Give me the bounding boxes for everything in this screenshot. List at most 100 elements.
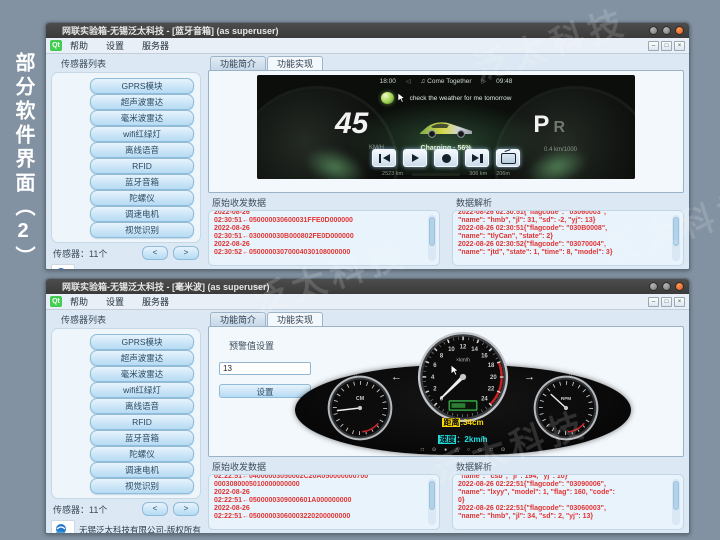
sensor-button[interactable]: 超声波雷达	[90, 350, 194, 366]
sensor-list: GPRS模块超声波雷达毫米波雷达wifi红绿灯离线语音RFID蓝牙音箱陀螺仪调速…	[51, 72, 201, 243]
distance-readout: 距离:34cm	[295, 417, 631, 428]
svg-text:20: 20	[490, 375, 497, 381]
menu-settings[interactable]: 设置	[106, 295, 124, 308]
menu-settings[interactable]: 设置	[106, 39, 124, 52]
sensor-button[interactable]: 蓝牙音箱	[90, 430, 194, 446]
raw-data-line: 2022-08-26	[214, 210, 423, 217]
sensor-button[interactable]: RFID	[90, 414, 194, 430]
copyright-label: 无锡泛太科技有限公司-版权所有	[79, 524, 201, 535]
scrollbar[interactable]	[428, 215, 436, 261]
sensor-button[interactable]: wifi红绿灯	[90, 126, 194, 142]
minimize-button[interactable]	[649, 282, 658, 291]
mouse-cursor	[451, 365, 460, 376]
sensor-button[interactable]: GPRS模块	[90, 334, 194, 350]
sensor-button[interactable]: 视觉识别	[90, 478, 194, 494]
tab-feature-intro[interactable]: 功能简介	[210, 56, 266, 70]
indicator-strip: □⊙●△○◇□⊙	[295, 447, 631, 453]
stop-button[interactable]	[434, 149, 458, 167]
sensor-button[interactable]: 超声波雷达	[90, 94, 194, 110]
minimize-button[interactable]	[649, 26, 658, 35]
right-gauge-unit: RPM	[561, 396, 571, 401]
tab-feature-impl[interactable]: 功能实现	[267, 56, 323, 70]
radio-button[interactable]	[496, 149, 520, 167]
raw-data-box[interactable]: 2022-08-2602:30:51←050000030600031FFE0D0…	[208, 210, 440, 266]
titlebar[interactable]: 网联实验箱-无锡泛太科技 - [蓝牙音箱] (as superuser)	[46, 23, 689, 38]
sensor-sidebar: 传感器列表 GPRS模块超声波雷达毫米波雷达wifi红绿灯离线语音RFID蓝牙音…	[51, 312, 201, 530]
parsed-data-box[interactable]: "name": "csb", "jl": 194, "yj": 10}2022-…	[452, 474, 684, 530]
parsed-data-line: "name": "jtd", "state": 1, "time": 8, "m…	[458, 249, 667, 257]
sensor-button[interactable]: RFID	[90, 158, 194, 174]
mdi-minimize-button[interactable]: –	[648, 41, 659, 51]
sensor-button[interactable]: 陀螺仪	[90, 190, 194, 206]
titlebar[interactable]: 网联实验箱-无锡泛太科技 - [毫米波] (as superuser)	[46, 279, 689, 294]
scrollbar[interactable]	[672, 479, 680, 525]
sensor-button[interactable]: 离线语音	[90, 142, 194, 158]
sensor-button[interactable]: 调速电机	[90, 462, 194, 478]
menu-server[interactable]: 服务器	[142, 39, 169, 52]
speedometer-gauge: 0 2 4 6 8 10 12 14 16 18 20 22 2	[417, 331, 509, 423]
mdi-close-button[interactable]: ×	[674, 41, 685, 51]
parsed-data-line: "name": "lxyy", "model": 1, "flag": 160,…	[458, 489, 667, 497]
left-gauge-unit: CM	[356, 396, 365, 402]
parsed-data-line: 2022-08-26 02:30:51{"flagcode": "0306000…	[458, 210, 667, 217]
sensor-button[interactable]: wifi红绿灯	[90, 382, 194, 398]
tab-feature-intro[interactable]: 功能简介	[210, 312, 266, 326]
parsed-data-title: 数据解析	[456, 196, 684, 209]
indicator-icon: ⊙	[501, 447, 505, 453]
next-button[interactable]	[465, 149, 489, 167]
indicator-icon: □	[421, 447, 424, 453]
scrollbar[interactable]	[428, 479, 436, 525]
sensor-button[interactable]: 陀螺仪	[90, 446, 194, 462]
mdi-minimize-button[interactable]: –	[648, 297, 659, 307]
parsed-data-line: "name": "tlyCan", "state": 2}	[458, 233, 667, 241]
mdi-restore-button[interactable]: □	[661, 41, 672, 51]
svg-text:18: 18	[488, 363, 495, 369]
page-side-caption: 部分软件界面（2）	[8, 52, 38, 270]
indicator-icon: ○	[467, 447, 470, 453]
left-gauge: CM	[327, 375, 393, 441]
car-image	[417, 119, 475, 139]
close-button[interactable]	[675, 26, 684, 35]
menu-help[interactable]: 帮助	[70, 39, 88, 52]
window-title: 网联实验箱-无锡泛太科技 - [毫米波] (as superuser)	[62, 280, 649, 293]
raw-data-box[interactable]: 02:22:51←04000003050002C20A0500000007000…	[208, 474, 440, 530]
mdi-close-button[interactable]: ×	[674, 297, 685, 307]
assistant-caption: check the weather for me tomorrow	[410, 95, 512, 102]
sensor-button[interactable]: GPRS模块	[90, 78, 194, 94]
prev-track-icon[interactable]: ◁	[406, 78, 411, 85]
maximize-button[interactable]	[662, 26, 671, 35]
now-playing-title: ♫ Come Together	[420, 78, 471, 85]
scrollbar[interactable]	[672, 215, 680, 261]
sensor-button[interactable]: 视觉识别	[90, 222, 194, 238]
raw-data-line: 2022-08-26	[214, 489, 423, 497]
svg-text:12: 12	[460, 344, 467, 350]
mdi-restore-button[interactable]: □	[661, 297, 672, 307]
parsed-data-line: 2022-08-26 02:30:52{"flagcode": "0307000…	[458, 241, 667, 249]
parsed-data-line: 2022-08-26 02:30:51{"flagcode": "030B000…	[458, 225, 667, 233]
next-track-icon[interactable]: ▷	[482, 78, 487, 85]
window-title: 网联实验箱-无锡泛太科技 - [蓝牙音箱] (as superuser)	[62, 24, 649, 37]
play-button[interactable]	[403, 149, 427, 167]
window-bluetooth-speaker: 网联实验箱-无锡泛太科技 - [蓝牙音箱] (as superuser) Qt …	[45, 22, 690, 270]
sensor-button[interactable]: 蓝牙音箱	[90, 174, 194, 190]
sensor-button[interactable]: 毫米波雷达	[90, 110, 194, 126]
parsed-data-box[interactable]: 2022-08-26 02:30:51{"flagcode": "0306000…	[452, 210, 684, 266]
sensor-button[interactable]: 调速电机	[90, 206, 194, 222]
sensor-next-button[interactable]: >	[173, 502, 199, 516]
sensor-button[interactable]: 离线语音	[90, 398, 194, 414]
menu-server[interactable]: 服务器	[142, 295, 169, 308]
sensor-next-button[interactable]: >	[173, 246, 199, 260]
sensor-count-label: 传感器：11个	[53, 247, 137, 260]
previous-button[interactable]	[372, 149, 396, 167]
speedometer-unit: ×km/h	[456, 357, 470, 363]
svg-text:22: 22	[488, 386, 495, 392]
sensor-prev-button[interactable]: <	[142, 502, 168, 516]
tab-feature-impl[interactable]: 功能实现	[267, 312, 323, 326]
sensor-prev-button[interactable]: <	[142, 246, 168, 260]
maximize-button[interactable]	[662, 282, 671, 291]
menu-help[interactable]: 帮助	[70, 295, 88, 308]
parsed-data-line: "name": "csb", "jl": 194, "yj": 10}	[458, 474, 667, 481]
gear-r: R	[553, 119, 565, 136]
sensor-button[interactable]: 毫米波雷达	[90, 366, 194, 382]
close-button[interactable]	[675, 282, 684, 291]
